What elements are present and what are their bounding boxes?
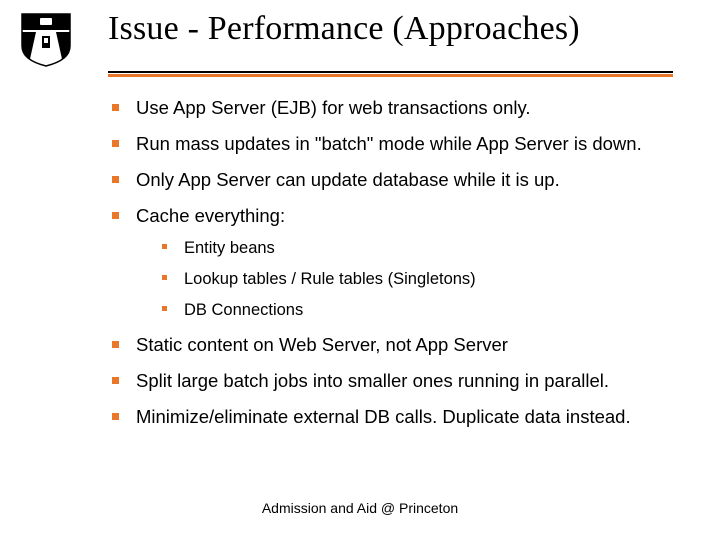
- sub-bullet-item: Lookup tables / Rule tables (Singletons): [136, 268, 670, 290]
- sub-bullet-item: DB Connections: [136, 299, 670, 321]
- university-shield-logo: [18, 10, 74, 68]
- bullet-item: Minimize/eliminate external DB calls. Du…: [110, 405, 670, 430]
- bullet-item: Use App Server (EJB) for web transaction…: [110, 96, 670, 121]
- slide-body: Use App Server (EJB) for web transaction…: [110, 96, 670, 441]
- bullet-item: Run mass updates in "batch" mode while A…: [110, 132, 670, 157]
- bullet-item: Split large batch jobs into smaller ones…: [110, 369, 670, 394]
- slide-title: Issue - Performance (Approaches): [108, 10, 580, 48]
- slide-footer: Admission and Aid @ Princeton: [0, 500, 720, 516]
- sub-bullet-item: Entity beans: [136, 237, 670, 259]
- bullet-item: Cache everything: Entity beans Lookup ta…: [110, 204, 670, 322]
- title-divider: [108, 70, 673, 76]
- slide: Issue - Performance (Approaches) Use App…: [0, 0, 720, 540]
- bullet-text: Cache everything:: [136, 205, 285, 226]
- bullet-item: Static content on Web Server, not App Se…: [110, 333, 670, 358]
- bullet-item: Only App Server can update database whil…: [110, 168, 670, 193]
